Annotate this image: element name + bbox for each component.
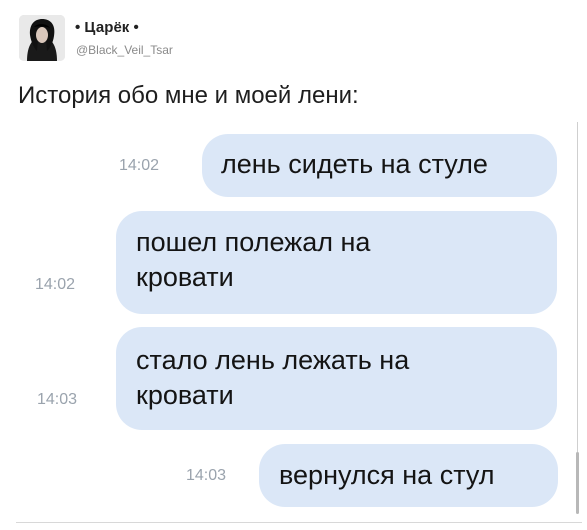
avatar[interactable]	[19, 15, 65, 61]
message-time: 14:03	[37, 391, 78, 408]
message-time: 14:02	[119, 157, 160, 174]
avatar-image	[19, 15, 65, 61]
message-text-line: кровати	[136, 262, 234, 292]
message-text-line: стало лень лежать на	[136, 345, 410, 375]
message-time: 14:03	[186, 467, 227, 484]
display-name[interactable]: • Царёк •	[75, 19, 139, 36]
message-text-line: лень сидеть на стуле	[221, 149, 488, 179]
message-text-line: пошел полежал на	[136, 227, 371, 257]
message-bubble: вернулся на стул	[259, 444, 558, 507]
scrollbar-thumb	[576, 452, 579, 514]
message-bubble: стало лень лежать на кровати	[116, 327, 557, 430]
tweet-text: История обо мне и моей лени:	[18, 82, 359, 109]
message-bubble: лень сидеть на стуле	[202, 134, 557, 197]
message-time: 14:02	[35, 276, 76, 293]
message-text-line: кровати	[136, 380, 234, 410]
chat-screenshot: 14:02 лень сидеть на стуле 14:02 пошел п…	[16, 122, 582, 523]
user-handle[interactable]: @Black_Veil_Tsar	[76, 43, 173, 57]
message-bubble: пошел полежал на кровати	[116, 211, 557, 314]
message-text-line: вернулся на стул	[279, 460, 495, 490]
scrollbar-track	[577, 122, 578, 452]
